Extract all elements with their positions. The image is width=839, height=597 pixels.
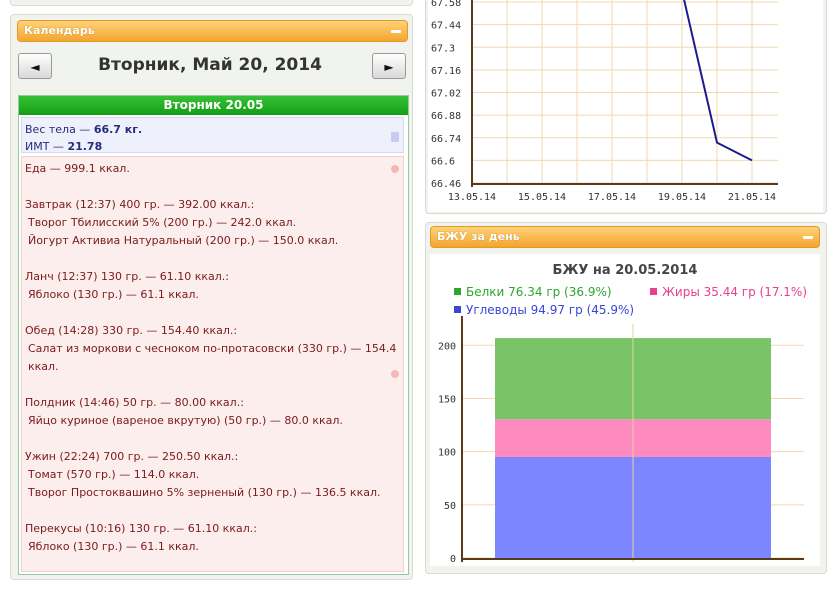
x-tick-label: 17.05.14 [588,192,636,203]
macro-header[interactable]: БЖУ за день [430,226,820,248]
y-tick-label: 67.58 [431,0,461,9]
meal-title: Ланч (12:37) 130 гр. — 61.10 ккал.: [25,270,229,283]
top-left-panel-edge [10,0,413,6]
meal-item: Яблоко (130 гр.) — 61.1 ккал. [28,288,199,301]
meal-item: Творог Простоквашино 5% зерненый (130 гр… [28,486,381,499]
y-tick-label: 67.3 [431,43,455,54]
edit-weight-icon[interactable] [391,132,399,142]
weight-label: Вес тела — [25,123,94,136]
weight-line: Вес тела — 66.7 кг. [25,121,400,138]
meal-title: Перекусы (10:16) 130 гр. — 61.10 ккал.: [25,522,257,535]
meal-block: Ланч (12:37) 130 гр. — 61.10 ккал.: Яблок… [25,268,400,304]
edit-meal-icon[interactable] [391,370,399,378]
meal-title: Завтрак (12:37) 400 гр. — 392.00 ккал.: [25,198,255,211]
legend-label: Жиры 35.44 гр (17.1%) [662,285,807,299]
meal-item: Яблоко (130 гр.) — 61.1 ккал. [28,540,199,553]
meal-title: Обед (14:28) 330 гр. — 154.40 ккал.: [25,324,238,337]
meal-item: Томат (570 гр.) — 114.0 ккал. [28,468,200,481]
meal-item: Творог Тбилисский 5% (200 гр.) — 242.0 к… [28,216,297,229]
legend-label: Белки 76.34 гр (36.9%) [466,285,612,299]
y-tick-label: 66.88 [431,111,461,122]
weight-value: 66.7 кг. [93,123,143,136]
x-tick-label: 15.05.14 [518,192,566,203]
calendar-header[interactable]: Календарь [17,20,408,42]
macro-chart: БЖУ на 20.05.2014 Белки 76.34 гр (36.9%)… [430,254,820,566]
collapse-icon[interactable] [803,236,813,239]
meal-title: Полдник (14:46) 50 гр. — 80.00 ккал.: [25,396,244,409]
collapse-icon[interactable] [391,30,401,33]
x-tick-label: 19.05.14 [658,192,706,203]
meal-title: Ужин (22:24) 700 гр. — 250.50 ккал.: [25,450,239,463]
food-info[interactable]: Еда — 999.1 ккал. Завтрак (12:37) 400 гр… [21,156,404,572]
y-tick-label: 150 [438,394,456,405]
meal-block: Перекусы (10:16) 130 гр. — 61.10 ккал.: Я… [25,520,400,556]
y-tick-label: 66.74 [431,134,461,145]
prev-day-button[interactable]: ◄ [18,53,52,79]
meal-block: Обед (14:28) 330 гр. — 154.40 ккал.: Сала… [25,322,400,376]
date-title: Вторник, Май 20, 2014 [98,55,322,75]
legend-swatch [454,288,461,295]
meal-item: Салат из моркови с чесноком по-протасовс… [28,342,397,373]
day-box: Вторник 20.05 Вес тела — 66.7 кг. ИМТ — … [18,95,409,575]
calendar-header-title: Календарь [24,24,95,37]
meal-block: Завтрак (12:37) 400 гр. — 392.00 ккал.: Т… [25,196,400,250]
y-tick-label: 100 [438,448,456,459]
weight-chart: 67.58 67.44 67.3 67.16 67.02 66.88 66.74 66.6 66… [428,0,823,212]
macro-chart-title: БЖУ на 20.05.2014 [553,263,698,278]
weight-info[interactable]: Вес тела — 66.7 кг. ИМТ — 21.78 [21,117,404,153]
meal-item: Йогурт Активиа Натуральный (200 гр.) — 1… [28,234,339,247]
bmi-label: ИМТ — [25,140,68,153]
meal-block: Ужин (22:24) 700 гр. — 250.50 ккал.: Тома… [25,448,400,502]
y-tick-label: 0 [450,554,456,565]
legend-swatch [454,306,461,313]
y-tick-label: 50 [444,501,456,512]
y-tick-label: 67.16 [431,66,461,77]
bmi-line: ИМТ — 21.78 [25,138,400,155]
legend-label: Углеводы 94.97 гр (45.9%) [466,303,634,317]
food-total: Еда — 999.1 ккал. [25,162,130,175]
bmi-value: 21.78 [67,140,103,153]
y-tick-label: 66.6 [431,156,455,167]
y-tick-label: 200 [438,341,456,352]
macro-header-title: БЖУ за день [437,230,520,243]
legend-swatch [650,288,657,295]
x-tick-label: 21.05.14 [728,192,776,203]
next-day-button[interactable]: ► [372,53,406,79]
x-tick-label: 13.05.14 [448,192,496,203]
meal-item: Яйцо куриное (вареное вкрутую) (50 гр.) … [28,414,343,427]
y-tick-label: 66.46 [431,179,461,190]
meals-list: Завтрак (12:37) 400 гр. — 392.00 ккал.: Т… [25,196,400,556]
y-tick-label: 67.02 [431,89,461,100]
y-tick-label: 67.44 [431,21,461,32]
edit-food-icon[interactable] [391,165,399,173]
meal-block: Полдник (14:46) 50 гр. — 80.00 ккал.: Яйц… [25,394,400,430]
weight-chart-bg [428,0,823,212]
day-header[interactable]: Вторник 20.05 [19,96,408,115]
